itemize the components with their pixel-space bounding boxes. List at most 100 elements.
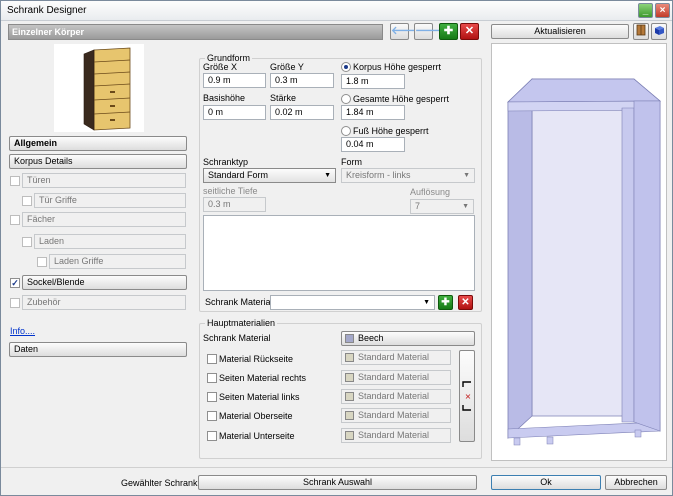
seiten-material-links-label: Seiten Material links xyxy=(219,392,300,402)
chevron-down-icon: ▼ xyxy=(462,203,469,210)
groesse-y-input[interactable]: 0.3 m xyxy=(270,73,334,88)
bracket-x-icon: × xyxy=(462,381,471,411)
korpus-hoehe-input[interactable]: 1.8 m xyxy=(341,74,405,89)
faecher-field[interactable]: Fächer xyxy=(22,212,186,227)
basishoehe-input[interactable]: 0 m xyxy=(203,105,266,120)
material-unterseite-button[interactable]: Standard Material xyxy=(341,428,451,443)
allgemein-button[interactable]: Allgemein xyxy=(9,136,187,151)
cabinet-3d-preview xyxy=(506,78,662,446)
3d-preview-viewport[interactable] xyxy=(491,43,667,461)
schrank-auswahl-button[interactable]: Schrank Auswahl xyxy=(198,475,477,490)
sockel-blende-button[interactable]: Sockel/Blende xyxy=(22,275,187,290)
laden-griffe-field[interactable]: Laden Griffe xyxy=(49,254,186,269)
seiten-material-rechts-value: Standard Material xyxy=(358,372,430,382)
material-swatch xyxy=(345,334,354,343)
korpus-hoehe-label: Korpus Höhe gesperrt xyxy=(353,62,442,72)
material-rueckseite-label: Material Rückseite xyxy=(219,354,294,364)
seiten-material-rechts-button[interactable]: Standard Material xyxy=(341,370,451,385)
tuer-griffe-checkbox[interactable] xyxy=(22,196,32,206)
daten-button[interactable]: Daten xyxy=(9,342,187,357)
ok-button[interactable]: Ok xyxy=(491,475,601,490)
add-button[interactable]: ✚ xyxy=(439,23,458,40)
material-swatch xyxy=(345,392,354,401)
seitliche-tiefe-input[interactable]: 0.3 m xyxy=(203,197,266,212)
material-oberseite-checkbox[interactable] xyxy=(207,411,217,421)
seiten-material-links-value: Standard Material xyxy=(358,391,430,401)
cabinet-thumbnail-icon xyxy=(83,47,131,131)
close-button[interactable]: × xyxy=(655,3,670,18)
forward-arrow-button[interactable]: 🡒 xyxy=(414,23,445,40)
basishoehe-label: Basishöhe xyxy=(203,93,246,103)
sockel-blende-checkbox[interactable]: ✓ xyxy=(10,278,20,288)
seiten-material-rechts-checkbox[interactable] xyxy=(207,373,217,383)
chevron-down-icon: ▼ xyxy=(324,172,331,179)
groesse-x-input[interactable]: 0.9 m xyxy=(203,73,266,88)
beech-material-label: Beech xyxy=(358,333,384,343)
cube-view-button[interactable] xyxy=(651,23,667,40)
material-swatch xyxy=(345,353,354,362)
clear-materials-button[interactable]: × xyxy=(459,350,475,442)
minimize-button[interactable]: _ xyxy=(638,3,653,18)
abbrechen-button[interactable]: Abbrechen xyxy=(605,475,667,490)
remove-button[interactable]: ✕ xyxy=(460,23,479,40)
window-title: Schrank Designer xyxy=(7,5,87,16)
groesse-y-label: Größe Y xyxy=(270,62,304,72)
aufloesung-select[interactable]: 7 ▼ xyxy=(410,199,474,214)
fuss-hoehe-label: Fuß Höhe gesperrt xyxy=(353,126,429,136)
material-oberseite-button[interactable]: Standard Material xyxy=(341,408,451,423)
material-unterseite-checkbox[interactable] xyxy=(207,431,217,441)
form-value: Kreisform - links xyxy=(346,170,411,180)
material-rueckseite-button[interactable]: Standard Material xyxy=(341,350,451,365)
zubehoer-field[interactable]: Zubehör xyxy=(22,295,186,310)
material-unterseite-label: Material Unterseite xyxy=(219,431,295,441)
tueren-checkbox[interactable] xyxy=(10,176,20,186)
material-rueckseite-value: Standard Material xyxy=(358,352,430,362)
korpus-details-button[interactable]: Korpus Details xyxy=(9,154,187,169)
schrank-material-label: Schrank Material xyxy=(205,297,273,307)
seitliche-tiefe-label: seitliche Tiefe xyxy=(203,186,258,196)
gewaehlter-schrank-label: Gewählter Schrank: xyxy=(121,478,201,488)
back-arrow-button[interactable]: 🡐 xyxy=(390,23,421,40)
fuss-hoehe-input[interactable]: 0.04 m xyxy=(341,137,405,152)
schrank-material-select[interactable]: ▼ xyxy=(270,295,435,310)
korpus-hoehe-radio[interactable] xyxy=(341,62,351,72)
staerke-label: Stärke xyxy=(270,93,297,103)
fuss-hoehe-radio[interactable] xyxy=(341,126,351,136)
schranktyp-label: Schranktyp xyxy=(203,157,249,167)
add-material-button[interactable]: ✚ xyxy=(438,295,453,310)
zubehoer-checkbox[interactable] xyxy=(10,298,20,308)
gesamte-hoehe-radio[interactable] xyxy=(341,94,351,104)
aktualisieren-button[interactable]: Aktualisieren xyxy=(491,24,629,39)
laden-checkbox[interactable] xyxy=(22,237,32,247)
section-header: Einzelner Körper xyxy=(8,24,383,40)
tueren-field[interactable]: Türen xyxy=(22,173,186,188)
seiten-material-rechts-label: Seiten Material rechts xyxy=(219,373,307,383)
tuer-griffe-field[interactable]: Tür Griffe xyxy=(34,193,186,208)
seiten-material-links-checkbox[interactable] xyxy=(207,392,217,402)
laden-field[interactable]: Laden xyxy=(34,234,186,249)
material-rueckseite-checkbox[interactable] xyxy=(207,354,217,364)
cabinet-view-button[interactable] xyxy=(633,23,649,40)
seiten-material-links-button[interactable]: Standard Material xyxy=(341,389,451,404)
material-unterseite-value: Standard Material xyxy=(358,430,430,440)
laden-griffe-checkbox[interactable] xyxy=(37,257,47,267)
gesamte-hoehe-label: Gesamte Höhe gesperrt xyxy=(353,94,450,104)
faecher-checkbox[interactable] xyxy=(10,215,20,225)
schranktyp-select[interactable]: Standard Form ▼ xyxy=(203,168,336,183)
chevron-down-icon: ▼ xyxy=(423,299,430,306)
info-link[interactable]: Info.... xyxy=(10,326,35,336)
haupt-schrank-material-label: Schrank Material xyxy=(203,333,271,343)
staerke-input[interactable]: 0.02 m xyxy=(270,105,334,120)
remove-material-button[interactable]: ✕ xyxy=(458,295,473,310)
shape-preview-area xyxy=(203,215,475,291)
aufloesung-value: 7 xyxy=(415,201,421,211)
cabinet-icon xyxy=(636,24,646,36)
chevron-down-icon: ▼ xyxy=(463,172,470,179)
aufloesung-label: Auflösung xyxy=(410,187,451,197)
form-select[interactable]: Kreisform - links ▼ xyxy=(341,168,475,183)
beech-material-button[interactable]: Beech xyxy=(341,331,475,346)
material-swatch xyxy=(345,411,354,420)
groesse-x-label: Größe X xyxy=(203,62,238,72)
gesamte-hoehe-input[interactable]: 1.84 m xyxy=(341,105,405,120)
schrank-designer-window: Schrank Designer _ × Einzelner Körper 🡐 … xyxy=(0,0,673,496)
